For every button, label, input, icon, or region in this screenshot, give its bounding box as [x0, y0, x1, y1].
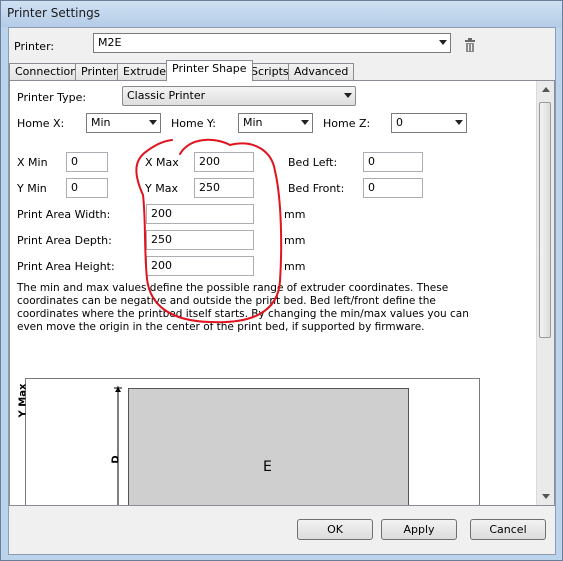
tab-advanced[interactable]: Advanced	[288, 63, 355, 80]
apply-button[interactable]: Apply	[381, 519, 457, 540]
dialog-client-area: Printer: M2E Connection Printer Extruder…	[8, 27, 556, 555]
tab-printer-shape[interactable]: Printer Shape	[166, 60, 253, 81]
scroll-up-icon[interactable]	[542, 87, 550, 92]
panel-scrollbar[interactable]	[536, 81, 554, 505]
cancel-button[interactable]: Cancel	[470, 519, 546, 540]
trash-icon[interactable]	[464, 38, 476, 52]
title-bar: Printer Settings	[1, 1, 562, 27]
printer-select-value: M2E	[98, 36, 122, 49]
chevron-down-icon	[439, 40, 447, 45]
ok-button[interactable]: OK	[297, 519, 373, 540]
printer-shape-panel: Printer Type: Classic Printer Home X: Mi…	[9, 80, 555, 506]
scroll-down-icon[interactable]	[542, 494, 550, 499]
printer-settings-window: Printer Settings Printer: M2E Connection…	[0, 0, 563, 561]
scrollbar-thumb[interactable]	[539, 102, 551, 338]
printer-label: Printer:	[14, 40, 55, 53]
printer-select[interactable]: M2E	[93, 33, 451, 53]
window-title: Printer Settings	[7, 6, 100, 20]
tab-connection[interactable]: Connection	[9, 63, 84, 80]
annotation-circle	[135, 138, 283, 324]
